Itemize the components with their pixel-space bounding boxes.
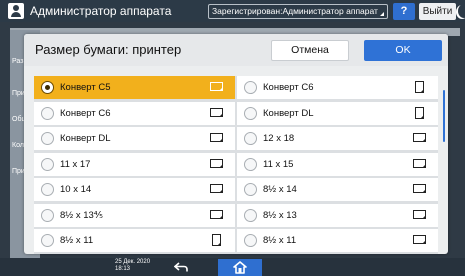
cancel-button[interactable]: Отмена xyxy=(271,40,349,61)
paper-size-option[interactable]: 10 x 14 xyxy=(34,178,235,201)
landscape-orientation-icon xyxy=(210,158,223,168)
paper-size-label: 8½ x 13⅘ xyxy=(60,209,104,221)
paper-size-option[interactable]: Конверт C6 xyxy=(237,76,438,99)
radio-icon[interactable] xyxy=(244,234,257,247)
paper-size-option[interactable]: 8½ x 11 xyxy=(237,229,438,252)
paper-size-label: 8½ x 13 xyxy=(263,209,297,221)
date-time: 25 Дек. 2020 18:13 xyxy=(115,259,150,273)
paper-size-label: Конверт DL xyxy=(263,107,314,119)
landscape-orientation-icon xyxy=(413,158,426,168)
back-icon[interactable] xyxy=(174,262,188,272)
landscape-orientation-icon xyxy=(413,209,426,219)
landscape-orientation-icon xyxy=(210,133,223,142)
paper-size-dialog: Размер бумаги: принтер Отмена OK Конверт… xyxy=(24,34,448,254)
paper-size-option[interactable]: Конверт C6 xyxy=(34,101,235,125)
paper-size-label: 12 x 18 xyxy=(263,133,295,144)
paper-size-label: Конверт C5 xyxy=(60,82,111,93)
paper-size-option[interactable]: 11 x 17 xyxy=(34,152,235,176)
paper-size-label: Конверт C6 xyxy=(60,107,111,119)
logout-button[interactable]: Выйти xyxy=(419,3,456,20)
paper-size-label: 10 x 14 xyxy=(60,184,92,195)
paper-size-option[interactable]: 8½ x 13 xyxy=(237,203,438,227)
date-label: 25 Дек. 2020 xyxy=(115,259,151,265)
paper-size-label: 11 x 17 xyxy=(60,158,91,170)
paper-size-option[interactable]: Конверт C5 xyxy=(34,76,235,99)
paper-size-option[interactable]: 8½ x 11 xyxy=(34,229,235,252)
paper-size-list[interactable]: Конверт C5 Конверт C6 Конверт DL 11 x 17 10 … xyxy=(34,76,438,254)
portrait-orientation-icon xyxy=(212,234,221,246)
radio-icon[interactable] xyxy=(244,81,257,94)
app-title: Администратор аппарата xyxy=(30,4,172,18)
time-label: 18:13 xyxy=(115,266,131,272)
paper-size-label: 8½ x 11 xyxy=(263,235,297,246)
portrait-orientation-icon xyxy=(415,106,424,119)
radio-icon[interactable] xyxy=(244,132,257,145)
radio-icon[interactable] xyxy=(244,157,257,171)
radio-icon[interactable] xyxy=(244,106,257,120)
home-icon[interactable] xyxy=(233,261,247,274)
radio-icon[interactable] xyxy=(41,132,54,145)
radio-icon[interactable] xyxy=(41,183,54,196)
paper-size-label: Конверт DL xyxy=(60,133,111,144)
scrollbar[interactable] xyxy=(443,90,445,142)
radio-icon[interactable] xyxy=(41,157,54,171)
landscape-orientation-icon xyxy=(210,107,223,117)
paper-size-label: 8½ x 11 xyxy=(60,235,94,246)
landscape-orientation-icon xyxy=(210,209,223,219)
paper-size-label: 8½ x 14 xyxy=(263,184,297,195)
paper-size-option[interactable]: 11 x 15 xyxy=(237,152,438,176)
radio-selected-icon[interactable] xyxy=(41,81,54,94)
landscape-orientation-icon xyxy=(413,133,426,142)
radio-icon[interactable] xyxy=(244,208,257,222)
dialog-title: Размер бумаги: принтер xyxy=(35,42,182,57)
paper-size-option[interactable]: Конверт DL xyxy=(34,127,235,150)
help-button[interactable]: ? xyxy=(393,3,415,20)
paper-size-label: 11 x 15 xyxy=(263,158,294,170)
radio-icon[interactable] xyxy=(41,234,54,247)
login-status[interactable]: Зарегистрирован:Администратор аппарат xyxy=(208,4,388,19)
landscape-orientation-icon xyxy=(210,82,223,91)
landscape-orientation-icon xyxy=(413,184,426,193)
user-icon xyxy=(8,3,24,19)
radio-icon[interactable] xyxy=(41,106,54,120)
paper-size-option[interactable]: 12 x 18 xyxy=(237,127,438,150)
ok-button[interactable]: OK xyxy=(364,40,442,61)
portrait-orientation-icon xyxy=(415,81,424,93)
landscape-orientation-icon xyxy=(413,235,426,244)
paper-size-option[interactable]: Конверт DL xyxy=(237,101,438,125)
radio-icon[interactable] xyxy=(41,208,54,222)
paper-size-label: Конверт C6 xyxy=(263,82,314,93)
paper-size-option[interactable]: 8½ x 14 xyxy=(237,178,438,201)
moon-icon[interactable] xyxy=(458,4,465,18)
landscape-orientation-icon xyxy=(210,184,223,193)
paper-size-option[interactable]: 8½ x 13⅘ xyxy=(34,203,235,227)
radio-icon[interactable] xyxy=(244,183,257,196)
